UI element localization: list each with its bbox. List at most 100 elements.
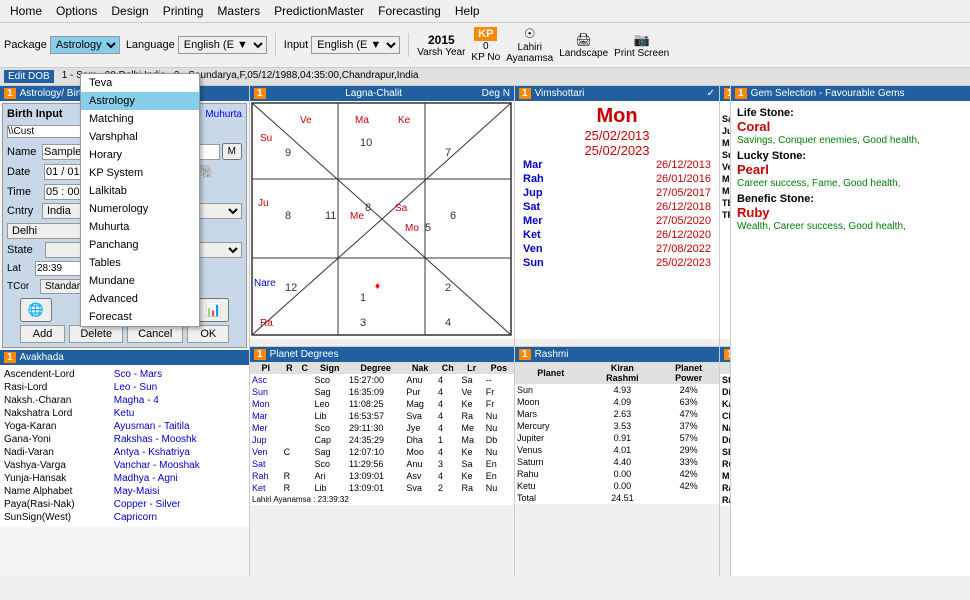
globe-btn[interactable]: 🌐 [20,298,52,322]
pd-sign: Lib [312,482,347,494]
life-stone-block: Life Stone: Coral Savings, Conquer enemi… [737,107,964,146]
dropdown-kp-system[interactable]: KP System [81,164,199,182]
language-select[interactable]: English (E ▼ [178,36,267,54]
table-row: Vashya-VargaVanchar - Mooshak [4,460,245,471]
name-m-btn[interactable]: M [222,143,242,160]
menu-help[interactable]: Help [449,2,486,20]
menu-design[interactable]: Design [105,2,154,20]
pd-body: Asc Sco 15:27:00 Anu 4 Sa -- Sun Sag 16:… [250,374,514,505]
dropdown-varshphal[interactable]: Varshphal [81,128,199,146]
sarvashtaka-header-row: Ar Ta Ge Ca Le Vi Li Sc Sa Cp Aq [720,101,730,113]
sarvashtaka-section: 1 Sarvashtaka Chart ✓ Ar Ta Ge [720,86,730,346]
dropdown-forecast[interactable]: Forecast [81,308,199,326]
menu-predictionmaster[interactable]: PredictionMaster [268,2,370,20]
muhurta-link[interactable]: Muhurta [205,109,242,120]
ganesh-icon: 🐘 [198,163,215,180]
chart-btn[interactable]: 📊 [197,298,229,322]
input-select[interactable]: English (E ▼ [311,36,400,54]
lagna-title: Lagna-Chalit [345,88,402,99]
sarvashtaka-table: Ar Ta Ge Ca Le Vi Li Sc Sa Cp Aq [720,101,730,221]
dropdown-matching[interactable]: Matching [81,110,199,128]
pd-r [282,386,297,398]
top-charts-row: 1 Lagna-Chalit Deg N [250,86,730,346]
vim-check[interactable]: ✓ [707,88,715,99]
shad-label: Chesta [720,410,730,422]
rashmi-th-kiran: KiranRashmi [587,362,659,384]
package-select[interactable]: Astrology [50,36,120,54]
dropdown-panchang[interactable]: Panchang [81,236,199,254]
rashmi-row: Venus 4.01 29% [515,444,719,456]
time-label: Time [7,186,42,198]
dropdown-horary[interactable]: Horary [81,146,199,164]
dropdown-lalkitab[interactable]: Lalkitab [81,182,199,200]
shadbala-row: Min.390360300420390300300 [720,470,730,482]
pd-nak: Anu [404,458,436,470]
menu-options[interactable]: Options [50,2,103,20]
svg-text:8: 8 [365,202,371,214]
cancel-btn[interactable]: Cancel [127,325,183,343]
sav-planet: TB [720,197,730,209]
pd-lr: Ma [460,434,484,446]
lagna-chart-area: Su Ve Ma Ke Ju 9 10 7 8 Me 8 [250,101,514,339]
rashmi-planet: Saturn [515,456,587,468]
lat-input[interactable] [35,261,85,276]
rashmi-kiran: 0.00 [587,468,659,480]
menu-forecasting[interactable]: Forecasting [372,2,447,20]
menu-masters[interactable]: Masters [211,2,266,20]
pd-c [297,470,312,482]
avakhada-key: Yunja-Hansak [4,473,112,484]
input-group: Input English (E ▼ [284,36,400,54]
sav-planet: Sa [720,113,730,125]
rashmi-kiran: 0.00 [587,480,659,492]
center-panel: 1 Lagna-Chalit Deg N [250,86,730,576]
dropdown-astrology[interactable]: Astrology [81,92,199,110]
language-label: Language [126,39,175,51]
pd-sign: Cap [312,434,347,446]
dropdown-teva[interactable]: Teva [81,74,199,92]
pd-pos: En [484,470,514,482]
pd-title: Planet Degrees [270,349,339,360]
dropdown-advanced[interactable]: Advanced [81,290,199,308]
edit-dob-btn[interactable]: Edit DOB [4,70,54,83]
ok-btn[interactable]: OK [187,325,229,343]
dropdown-muhurta[interactable]: Muhurta [81,218,199,236]
pd-lr: Ra [460,410,484,422]
delete-btn[interactable]: Delete [69,325,123,343]
pd-degree: 29:11:30 [347,422,404,434]
pd-pos: Db [484,434,514,446]
svg-text:Su: Su [260,133,272,144]
sav-planet: Ve [720,161,730,173]
avakhada-val: Antya - Kshatriya [114,447,245,458]
sarvashtaka-row: TB302228353531301823242835335 [720,197,730,209]
svg-text:Mo: Mo [405,223,419,234]
dropdown-tables[interactable]: Tables [81,254,199,272]
shad-label: Drik [720,434,730,446]
table-row: Name AlphabetMay-Maisi [4,486,245,497]
pd-ch: 3 [436,458,460,470]
pd-r: C [282,446,297,458]
pd-lr: Sa [460,458,484,470]
pd-r [282,398,297,410]
avakhada-val: May-Maisi [114,486,245,497]
avakhada-val: Ayusman - Taitila [114,421,245,432]
dropdown-numerology[interactable]: Numerology [81,200,199,218]
pd-r [282,410,297,422]
rashmi-row: Saturn 4.40 33% [515,456,719,468]
svg-text:Me: Me [350,211,364,222]
pd-row: Mer Sco 29:11:30 Jye 4 Me Nu [250,422,514,434]
year-value: 2015 [428,33,455,47]
menu-printing[interactable]: Printing [157,2,210,20]
vim-mon-label: Mon [519,105,715,128]
shadbala-header-row: Sun Mon Mar Mer Jup Ven Sat [720,362,730,374]
shadbala-header: 1 Shadbala Graph [720,347,730,362]
lagna-badge: 1 [254,88,266,99]
pd-row: Sun Sag 16:35:09 Pur 4 Ve Fr [250,386,514,398]
dropdown-mundane[interactable]: Mundane [81,272,199,290]
lucky-stone-name: Pearl [737,162,769,177]
menu-home[interactable]: Home [4,2,48,20]
rashmi-header-row: Planet KiranRashmi PlanetPower [515,362,719,384]
dasha-sat-date: 26/12/2018 [656,201,711,213]
add-btn[interactable]: Add [20,325,66,343]
lahiri-label: Lahiri [517,42,541,53]
rashmi-table: Planet KiranRashmi PlanetPower Sun 4.93 … [515,362,719,504]
